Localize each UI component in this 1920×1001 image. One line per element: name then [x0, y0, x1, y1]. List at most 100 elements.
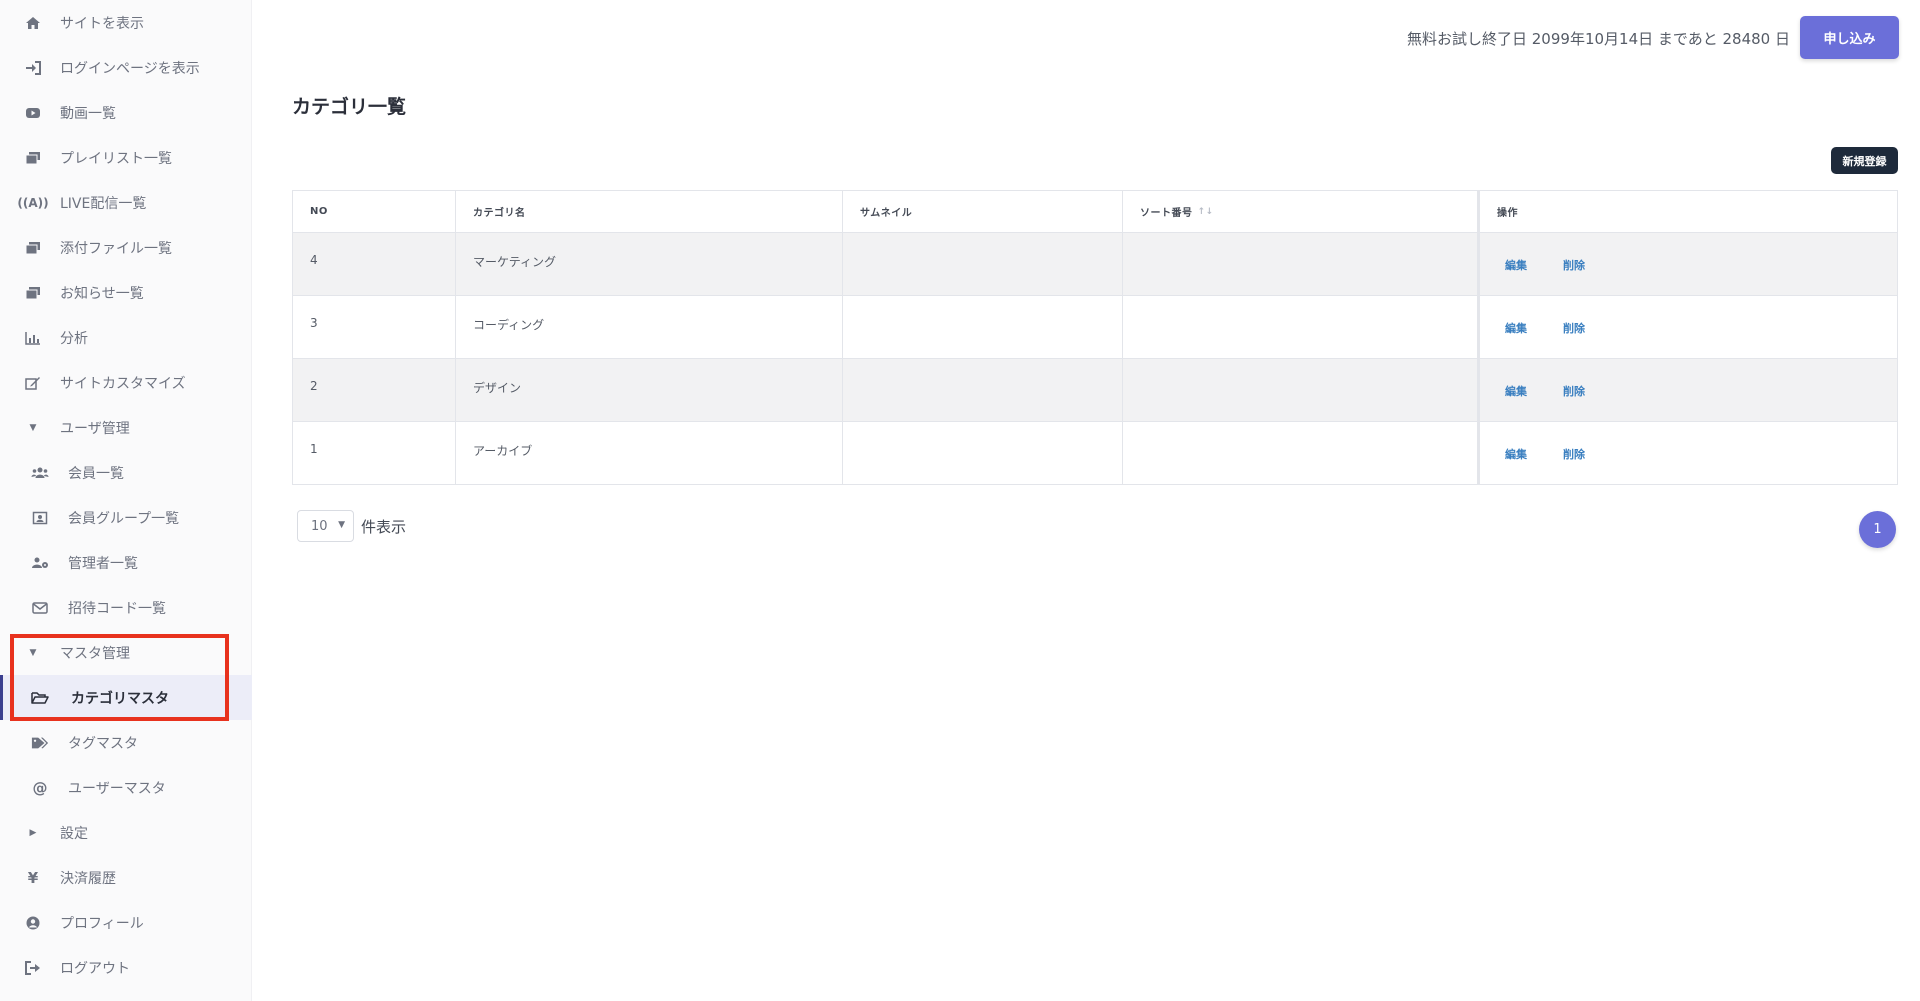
sidebar-group-master-management[interactable]: ▼ マスタ管理 [0, 630, 252, 675]
cell-actions: 編集 削除 [1478, 359, 1897, 421]
users-icon [31, 464, 49, 482]
sidebar-item-label: LIVE配信一覧 [60, 195, 147, 212]
sidebar-item-label: サイトを表示 [60, 15, 144, 32]
envelope-icon [31, 599, 49, 617]
sidebar-item-label: プロフィール [60, 915, 144, 932]
per-page-value: 10 [311, 518, 328, 534]
cell-actions: 編集 削除 [1478, 422, 1897, 484]
sidebar-item-tag-master[interactable]: タグマスタ [0, 720, 252, 765]
cell-thumbnail [843, 422, 1123, 484]
sidebar-item-user-master[interactable]: @ ユーザーマスタ [0, 765, 252, 810]
bar-chart-icon [24, 329, 42, 347]
column-header-sort-number[interactable]: ソート番号 ↑↓ [1123, 191, 1478, 232]
apply-button[interactable]: 申し込み [1800, 16, 1899, 59]
sidebar-group-user-management[interactable]: ▼ ユーザ管理 [0, 405, 252, 450]
admin-icon [31, 554, 49, 572]
cell-sort-number [1123, 359, 1478, 421]
sidebar-item-member-groups[interactable]: 会員グループ一覧 [0, 495, 252, 540]
group-icon [31, 509, 49, 527]
sidebar-item-payment-history[interactable]: ¥ 決済履歴 [0, 855, 252, 900]
cell-thumbnail [843, 233, 1123, 295]
broadcast-icon: ((A)) [17, 195, 49, 210]
sidebar-item-label: ユーザ管理 [60, 420, 130, 437]
sidebar-item-label: ログインページを表示 [60, 60, 200, 77]
delete-link[interactable]: 削除 [1555, 383, 1593, 399]
sidebar-item-label: ユーザーマスタ [68, 780, 166, 797]
trial-status-text: 無料お試し終了日 2099年10月14日 まであと 28480 日 [1407, 30, 1790, 48]
sidebar-item-label: 招待コード一覧 [68, 600, 166, 617]
edit-link[interactable]: 編集 [1497, 257, 1535, 273]
sidebar-item-label: 設定 [60, 825, 88, 842]
sidebar-item-label: カテゴリマスタ [71, 690, 169, 707]
cell-sort-number [1123, 422, 1478, 484]
sidebar-item-members[interactable]: 会員一覧 [0, 450, 252, 495]
cell-no: 3 [293, 296, 456, 358]
sidebar-item-videos[interactable]: 動画一覧 [0, 90, 252, 135]
sidebar-item-playlists[interactable]: プレイリスト一覧 [0, 135, 252, 180]
sidebar-item-admins[interactable]: 管理者一覧 [0, 540, 252, 585]
sidebar-item-label: 動画一覧 [60, 105, 116, 122]
sort-arrows-icon[interactable]: ↑↓ [1198, 207, 1214, 217]
sidebar-item-invite-codes[interactable]: 招待コード一覧 [0, 585, 252, 630]
table-row: 2 デザイン 編集 削除 [293, 359, 1897, 422]
sidebar-item-live[interactable]: ((A)) LIVE配信一覧 [0, 180, 252, 225]
cell-sort-number [1123, 296, 1478, 358]
sidebar-item-label: マスタ管理 [60, 645, 130, 662]
per-page-label: 件表示 [361, 518, 407, 536]
tags-icon [31, 734, 49, 752]
user-circle-icon [24, 914, 42, 932]
sidebar-item-label: 会員一覧 [68, 465, 124, 482]
delete-link[interactable]: 削除 [1555, 320, 1593, 336]
sidebar-item-label: プレイリスト一覧 [60, 150, 172, 167]
cell-actions: 編集 削除 [1478, 233, 1897, 295]
sidebar-item-label: タグマスタ [68, 735, 138, 752]
sidebar-item-label: 分析 [60, 330, 88, 347]
sidebar-item-news[interactable]: お知らせ一覧 [0, 270, 252, 315]
column-header-category-name[interactable]: カテゴリ名 [456, 191, 843, 232]
sign-out-icon [24, 959, 42, 977]
folder-open-icon [31, 689, 49, 707]
playlist-icon [24, 149, 42, 167]
cell-category-name: コーディング [456, 296, 843, 358]
sidebar-item-label: 添付ファイル一覧 [60, 240, 172, 257]
column-header-actions: 操作 [1478, 191, 1897, 232]
sidebar-item-category-master[interactable]: カテゴリマスタ [0, 675, 252, 720]
table-row: 1 アーカイブ 編集 削除 [293, 422, 1897, 484]
sidebar-item-attachments[interactable]: 添付ファイル一覧 [0, 225, 252, 270]
sidebar-item-label: ログアウト [60, 960, 130, 977]
caret-down-icon: ▼ [29, 422, 37, 433]
sidebar-item-view-site[interactable]: サイトを表示 [0, 0, 252, 45]
sidebar-item-label: 決済履歴 [60, 870, 116, 887]
cell-sort-number [1123, 233, 1478, 295]
sort-number-label: ソート番号 [1140, 208, 1193, 219]
sidebar: サイトを表示 ログインページを表示 動画一覧 プレイリスト一覧 ((A)) LI… [0, 0, 252, 1001]
edit-link[interactable]: 編集 [1497, 446, 1535, 462]
table-row: 3 コーディング 編集 削除 [293, 296, 1897, 359]
new-registration-button[interactable]: 新規登録 [1831, 147, 1898, 174]
caret-right-icon: ▶ [29, 827, 37, 838]
edit-icon [24, 374, 42, 392]
cell-category-name: マーケティング [456, 233, 843, 295]
edit-link[interactable]: 編集 [1497, 383, 1535, 399]
cell-no: 2 [293, 359, 456, 421]
yen-icon: ¥ [27, 868, 39, 887]
column-header-thumbnail[interactable]: サムネイル [843, 191, 1123, 232]
video-icon [24, 104, 42, 122]
sidebar-item-profile[interactable]: プロフィール [0, 900, 252, 945]
at-icon: @ [32, 778, 48, 797]
sidebar-item-analytics[interactable]: 分析 [0, 315, 252, 360]
per-page-select[interactable]: 10 ▼ [297, 510, 354, 542]
column-header-no[interactable]: NO [293, 191, 456, 232]
table-header-row: NO カテゴリ名 サムネイル ソート番号 ↑↓ 操作 [293, 191, 1897, 233]
sidebar-item-logout[interactable]: ログアウト [0, 945, 252, 990]
sidebar-group-settings[interactable]: ▶ 設定 [0, 810, 252, 855]
edit-link[interactable]: 編集 [1497, 320, 1535, 336]
attachment-icon [24, 239, 42, 257]
sidebar-item-customize[interactable]: サイトカスタマイズ [0, 360, 252, 405]
delete-link[interactable]: 削除 [1555, 257, 1593, 273]
delete-link[interactable]: 削除 [1555, 446, 1593, 462]
sidebar-item-login-page[interactable]: ログインページを表示 [0, 45, 252, 90]
page-button-current[interactable]: 1 [1859, 511, 1896, 548]
cell-actions: 編集 削除 [1478, 296, 1897, 358]
sign-in-icon [24, 59, 42, 77]
